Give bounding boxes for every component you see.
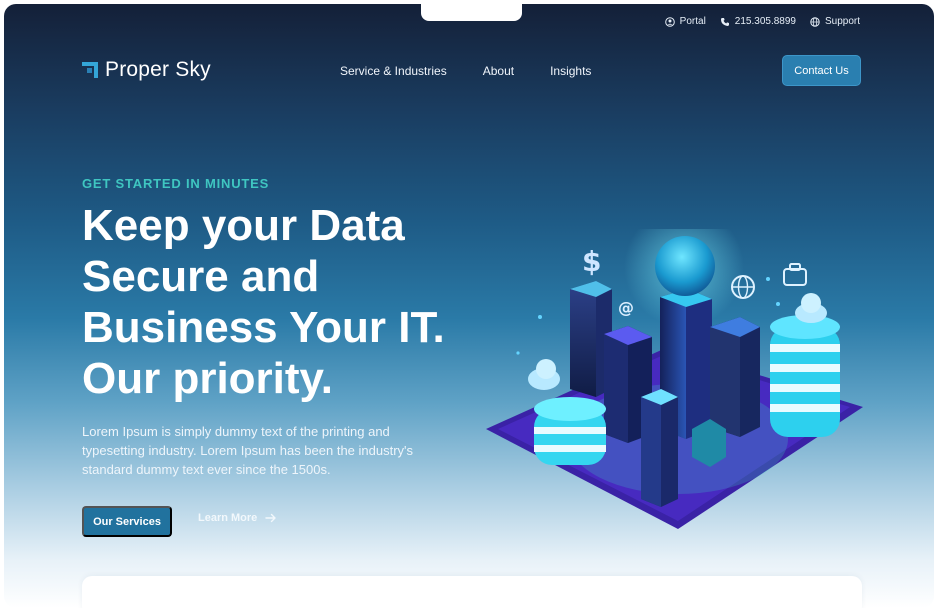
support-label: Support xyxy=(824,16,860,27)
our-services-button[interactable]: Our Services xyxy=(82,506,172,537)
round-building-right xyxy=(770,315,840,437)
brand-name: Proper Sky xyxy=(105,58,211,81)
cloud-icon-left xyxy=(528,359,560,390)
arrow-right-icon xyxy=(265,513,276,523)
phone-icon xyxy=(720,17,729,26)
phone-link[interactable]: 215.305.8899 xyxy=(720,16,796,27)
at-symbol: @ xyxy=(618,298,634,317)
learn-more-link[interactable]: Learn More xyxy=(198,512,277,524)
nav-item-services[interactable]: Service & Industries xyxy=(340,64,447,78)
small-house xyxy=(692,419,726,467)
support-link[interactable]: Support xyxy=(810,16,860,27)
globe-icon xyxy=(810,16,820,27)
isometric-city-illustration: $ @ xyxy=(486,229,863,529)
contact-us-button[interactable]: Contact Us xyxy=(782,55,861,86)
nav-item-about[interactable]: About xyxy=(483,64,514,78)
headline-line-2: Secure and xyxy=(82,252,320,301)
globe-orb xyxy=(655,236,715,296)
brand-logo[interactable]: Proper Sky xyxy=(82,58,211,82)
portal-label: Portal xyxy=(679,16,706,27)
logo-icon xyxy=(82,62,98,78)
phone-number: 215.305.8899 xyxy=(734,16,796,27)
hero-eyebrow: GET STARTED IN MINUTES xyxy=(82,176,270,191)
tower-front xyxy=(641,389,678,507)
portal-link[interactable]: Portal xyxy=(664,16,706,27)
user-icon xyxy=(664,16,675,27)
utility-bar: Portal 215.305.8899 Support xyxy=(664,16,860,27)
window-notch xyxy=(421,4,522,21)
nav-item-insights[interactable]: Insights xyxy=(550,64,591,78)
hero-section: Portal 215.305.8899 Support Proper Sky S… xyxy=(4,4,934,608)
tower-right xyxy=(710,317,760,437)
hero-headline: Keep your Data Secure and Business Your … xyxy=(82,200,482,404)
cloud-icon-right xyxy=(795,293,827,323)
headline-line-3: Business Your IT. xyxy=(82,303,445,352)
briefcase-icon xyxy=(783,263,807,286)
headline-line-4: Our priority. xyxy=(82,354,333,403)
bottom-card xyxy=(82,576,862,608)
globe-float-icon xyxy=(731,275,755,299)
main-nav: Service & Industries About Insights xyxy=(340,64,591,78)
hero-description: Lorem Ipsum is simply dummy text of the … xyxy=(82,424,414,477)
dollar-symbol: $ xyxy=(582,245,601,278)
headline-line-1: Keep your Data xyxy=(82,201,405,250)
learn-more-label: Learn More xyxy=(198,512,258,524)
round-building-left xyxy=(534,397,606,465)
